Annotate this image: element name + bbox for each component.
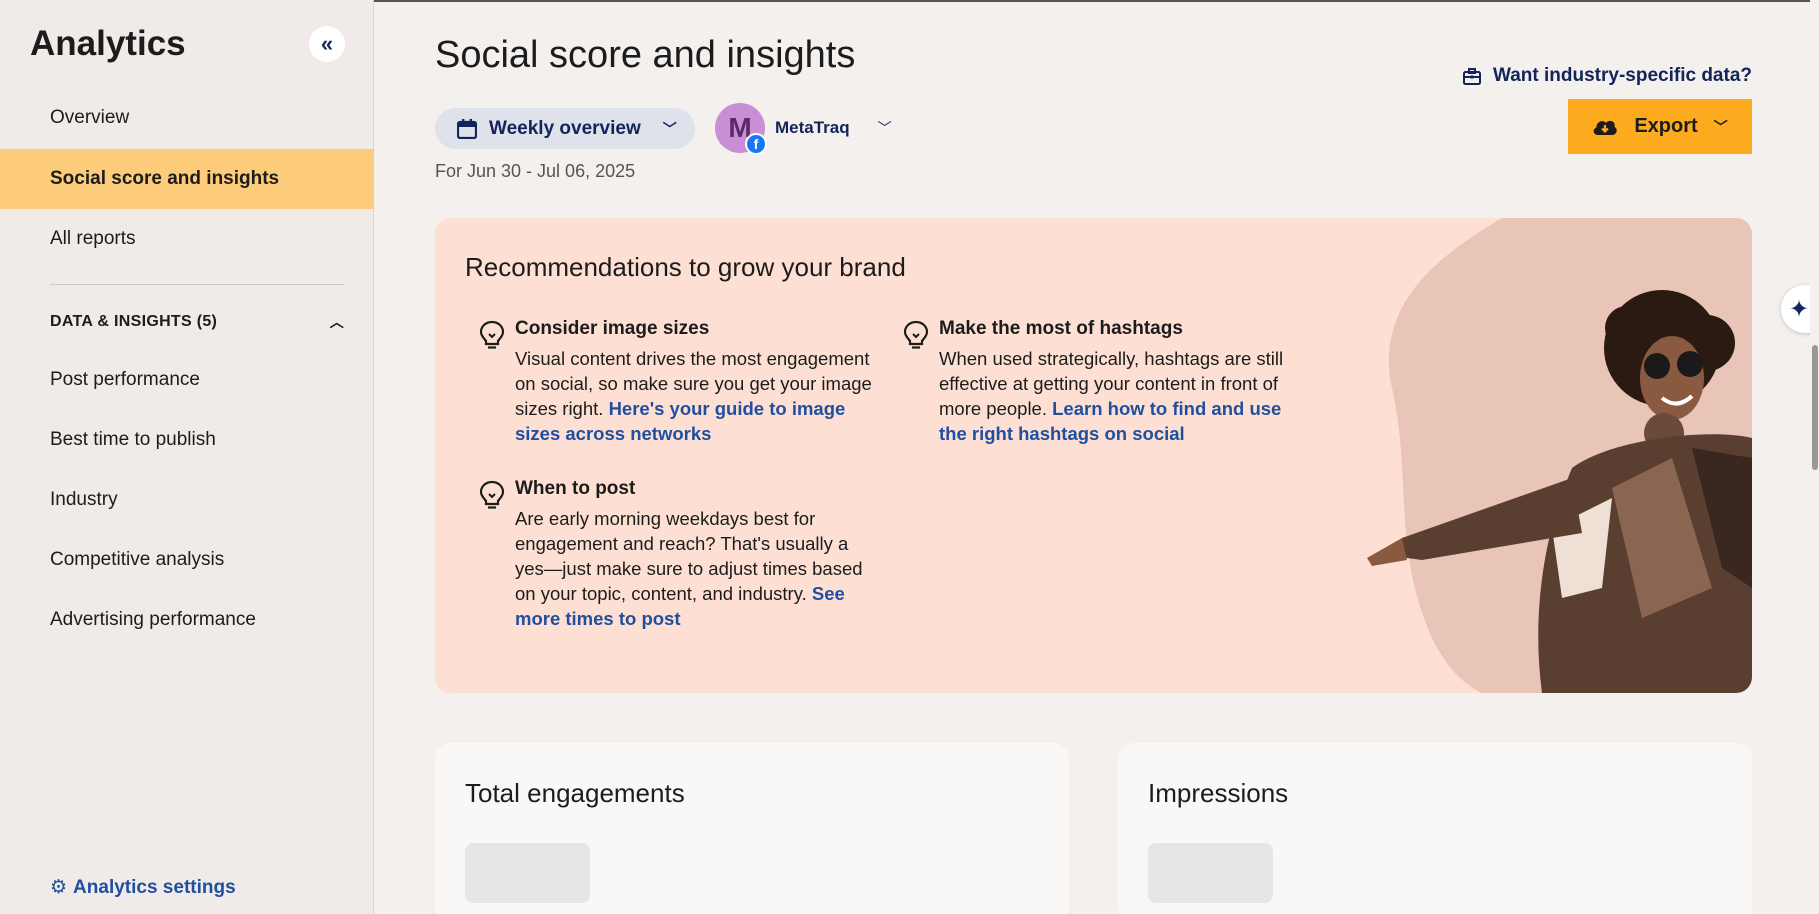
recommendations-card: Recommendations to grow your brand Consi… [435, 218, 1752, 693]
export-label: Export [1634, 115, 1698, 137]
collapse-sidebar-button[interactable]: « [309, 26, 345, 62]
tip-image-sizes: Consider image sizes Visual content driv… [479, 318, 875, 446]
sidebar-divider [50, 284, 344, 285]
sidebar-title: Analytics [30, 24, 186, 63]
total-engagements-card: Total engagements [435, 743, 1069, 914]
sidebar-item-social-score[interactable]: Social score and insights [0, 149, 374, 209]
chevron-down-icon: ﹀ [1713, 118, 1728, 135]
tip-body: Are early morning weekdays best for enga… [515, 508, 863, 629]
page-title: Social score and insights [435, 34, 856, 76]
sidebar-item-overview[interactable]: Overview [0, 88, 374, 148]
chevron-down-icon: ﹀ [877, 120, 892, 136]
metric-title: Impressions [1148, 778, 1289, 808]
lightbulb-icon [479, 320, 505, 349]
lightbulb-icon [903, 320, 929, 349]
chevron-down-icon: ﹀ [662, 120, 677, 137]
analytics-settings-label: Analytics settings [73, 876, 236, 898]
calendar-icon [457, 118, 477, 139]
chevron-up-icon: ︿ [329, 314, 344, 330]
section-toggle-data-insights[interactable]: DATA & INSIGHTS (5) ︿ [50, 312, 344, 332]
metric-title: Total engagements [465, 778, 685, 808]
lightbulb-icon [479, 480, 505, 509]
tip-heading: When to post [515, 478, 636, 499]
sparkle-icon: ✦ [1789, 295, 1810, 323]
loading-skeleton [1148, 843, 1273, 903]
loading-skeleton [465, 843, 590, 903]
chevrons-left-icon: « [320, 31, 334, 56]
sidebar-item-industry[interactable]: Industry [0, 470, 374, 530]
analytics-settings-link[interactable]: ⚙ Analytics settings [50, 876, 236, 899]
account-selector[interactable]: M f MetaTraq ﹀ [715, 103, 892, 155]
recommendations-title: Recommendations to grow your brand [465, 252, 906, 282]
industry-data-link[interactable]: Want industry-specific data? [1463, 65, 1752, 87]
period-selector[interactable]: Weekly overview ﹀ [435, 108, 695, 149]
tip-heading: Make the most of hashtags [939, 318, 1183, 339]
tip-body: Visual content drives the most engagemen… [515, 348, 872, 444]
impressions-card: Impressions [1118, 743, 1752, 914]
tip-when-to-post: When to post Are early morning weekdays … [479, 478, 875, 631]
facebook-icon: f [745, 133, 767, 155]
export-button[interactable]: Export ﹀ [1568, 99, 1752, 154]
avatar: M f [715, 103, 767, 155]
period-label: Weekly overview [489, 117, 641, 139]
tip-body: When used strategically, hashtags are st… [939, 348, 1284, 444]
cloud-download-icon [1593, 120, 1618, 135]
sidebar-item-competitive[interactable]: Competitive analysis [0, 530, 374, 590]
tip-heading: Consider image sizes [515, 318, 710, 339]
briefcase-icon [1463, 67, 1481, 85]
industry-link-label: Want industry-specific data? [1493, 65, 1752, 86]
sidebar-item-advertising[interactable]: Advertising performance [0, 590, 374, 650]
section-label: DATA & INSIGHTS (5) [50, 313, 218, 330]
sidebar-item-post-performance[interactable]: Post performance [0, 350, 374, 410]
sidebar: Analytics « Overview Social score and in… [0, 0, 374, 914]
account-name: MetaTraq [775, 118, 850, 137]
sidebar-item-best-time[interactable]: Best time to publish [0, 410, 374, 470]
person-photo-illustration [1367, 290, 1752, 693]
date-range: For Jun 30 - Jul 06, 2025 [435, 161, 636, 181]
sidebar-item-all-reports[interactable]: All reports [0, 209, 374, 269]
tip-hashtags: Make the most of hashtags When used stra… [903, 318, 1299, 446]
gear-icon: ⚙ [50, 877, 68, 898]
scrollbar-thumb[interactable] [1812, 345, 1818, 470]
